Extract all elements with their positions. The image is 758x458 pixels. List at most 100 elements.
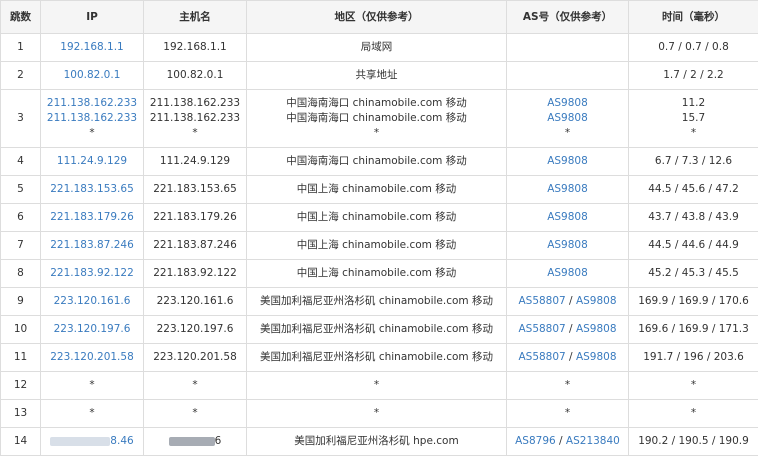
time-text: 45.2 / 45.3 / 45.5: [648, 267, 739, 279]
ip-link[interactable]: 223.120.197.6: [54, 323, 131, 335]
ip-link[interactable]: 221.183.179.26: [50, 211, 134, 223]
region-text: 局域网: [360, 41, 393, 53]
region-text: *: [373, 127, 380, 139]
hop-cell: 12: [0, 371, 41, 400]
as-link[interactable]: AS9808: [547, 183, 588, 195]
ip-cell: *: [40, 371, 144, 400]
ip-link[interactable]: 211.138.162.233: [47, 97, 137, 109]
ip-cell: 221.183.179.26: [40, 203, 144, 232]
ip-cell: 211.138.162.233 211.138.162.233 *: [40, 89, 144, 148]
time-text: 169.6 / 169.9 / 171.3: [638, 323, 749, 335]
as-link[interactable]: AS9808: [576, 351, 617, 363]
region-text: 美国加利福尼亚州洛杉矶 hpe.com: [294, 435, 459, 447]
region-text: 中国海南海口 chinamobile.com 移动: [286, 155, 467, 167]
table-row: 2 100.82.0.1 100.82.0.1 共享地址 1.7 / 2 / 2.2: [0, 61, 758, 90]
ip-unknown: *: [89, 379, 95, 391]
as-separator: /: [555, 435, 566, 447]
hostname-text: 211.138.162.233: [149, 97, 241, 109]
table-row: 10 223.120.197.6 223.120.197.6 美国加利福尼亚州洛杉矶 …: [0, 315, 758, 344]
as-cell: [506, 33, 629, 62]
as-cell: [506, 61, 629, 90]
ip-cell: 111.24.9.129: [40, 147, 144, 176]
hostname-cell: *: [143, 399, 247, 428]
ip-link[interactable]: 221.183.92.122: [50, 267, 134, 279]
ip-link[interactable]: 221.183.153.65: [50, 183, 134, 195]
ip-cell: 223.120.201.58: [40, 343, 144, 372]
ip-fragment[interactable]: 8.46: [110, 435, 133, 447]
hop-number: 3: [17, 112, 24, 124]
hostname-cell: 221.183.92.122: [143, 259, 247, 288]
region-cell: 美国加利福尼亚州洛杉矶 hpe.com: [246, 427, 507, 456]
hostname-cell: 221.183.153.65: [143, 175, 247, 204]
as-unknown: *: [564, 407, 571, 419]
as-unknown: *: [564, 379, 571, 391]
time-text: 1.7 / 2 / 2.2: [663, 69, 724, 81]
table-row: 12 * * * * *: [0, 371, 758, 400]
table-row: 9 223.120.161.6 223.120.161.6 美国加利福尼亚州洛杉矶 c…: [0, 287, 758, 316]
as-link[interactable]: AS9808: [547, 211, 588, 223]
as-link[interactable]: AS9808: [547, 97, 588, 109]
hostname-cell: 100.82.0.1: [143, 61, 247, 90]
region-cell: 共享地址: [246, 61, 507, 90]
table-row: 7 221.183.87.246 221.183.87.246 中国上海 chinam…: [0, 231, 758, 260]
hop-cell: 8: [0, 259, 41, 288]
time-cell: 44.5 / 44.6 / 44.9: [628, 231, 758, 260]
region-text: 中国上海 chinamobile.com 移动: [296, 183, 457, 195]
region-text: 中国上海 chinamobile.com 移动: [296, 211, 457, 223]
hop-cell: 11: [0, 343, 41, 372]
hostname-text: *: [192, 407, 198, 419]
redacted-hostname-blur: [168, 436, 215, 446]
region-text: *: [373, 407, 380, 419]
hop-cell: 2: [0, 61, 41, 90]
time-cell: 0.7 / 0.7 / 0.8: [628, 33, 758, 62]
table-row: 8 221.183.92.122 221.183.92.122 中国上海 chinam…: [0, 259, 758, 288]
as-link[interactable]: AS8796: [515, 435, 556, 447]
as-link[interactable]: AS9808: [547, 267, 588, 279]
table-row: 13 * * * * *: [0, 399, 758, 428]
region-cell: 中国海南海口 chinamobile.com 移动 中国海南海口 chinamob…: [246, 89, 507, 148]
region-cell: 中国上海 chinamobile.com 移动: [246, 259, 507, 288]
header-ip: IP: [40, 0, 144, 34]
time-text: 44.5 / 45.6 / 47.2: [648, 183, 739, 195]
ip-link[interactable]: 221.183.87.246: [50, 239, 134, 251]
as-link[interactable]: AS58807: [518, 351, 565, 363]
as-cell: AS9808: [506, 259, 629, 288]
ip-link[interactable]: 211.138.162.233: [47, 112, 137, 124]
region-text: 美国加利福尼亚州洛杉矶 chinamobile.com 移动: [260, 351, 493, 363]
hop-cell: 7: [0, 231, 41, 260]
as-link[interactable]: AS9808: [547, 155, 588, 167]
time-text: 6.7 / 7.3 / 12.6: [654, 155, 733, 167]
ip-link[interactable]: 223.120.161.6: [54, 295, 131, 307]
ip-link[interactable]: 111.24.9.129: [57, 155, 127, 167]
region-cell: 局域网: [246, 33, 507, 62]
region-cell: *: [246, 371, 507, 400]
hop-cell: 3: [0, 89, 41, 148]
region-cell: 中国上海 chinamobile.com 移动: [246, 203, 507, 232]
ip-cell: 192.168.1.1: [40, 33, 144, 62]
as-link[interactable]: AS9808: [576, 295, 617, 307]
hostname-cell: 223.120.161.6: [143, 287, 247, 316]
header-hop: 跳数: [0, 0, 41, 34]
hostname-text: 221.183.179.26: [153, 211, 237, 223]
as-separator: /: [565, 323, 576, 335]
hop-number: 2: [17, 69, 24, 81]
ip-link[interactable]: 192.168.1.1: [60, 41, 123, 53]
as-link[interactable]: AS58807: [518, 323, 565, 335]
hop-cell: 10: [0, 315, 41, 344]
as-link[interactable]: AS9808: [547, 239, 588, 251]
ip-cell: 8.46: [40, 427, 144, 456]
ip-unknown: *: [89, 127, 95, 139]
as-link[interactable]: AS58807: [518, 295, 565, 307]
ip-link[interactable]: 100.82.0.1: [64, 69, 121, 81]
region-text: *: [373, 379, 380, 391]
as-unknown: *: [564, 127, 571, 139]
hop-number: 8: [17, 267, 24, 279]
as-link[interactable]: AS9808: [576, 323, 617, 335]
time-text: *: [690, 127, 697, 139]
hostname-cell: 6: [143, 427, 247, 456]
hop-number: 6: [17, 211, 24, 223]
ip-link[interactable]: 223.120.201.58: [50, 351, 134, 363]
as-link[interactable]: AS213840: [566, 435, 620, 447]
as-link[interactable]: AS9808: [547, 112, 588, 124]
hop-number: 10: [13, 323, 28, 335]
